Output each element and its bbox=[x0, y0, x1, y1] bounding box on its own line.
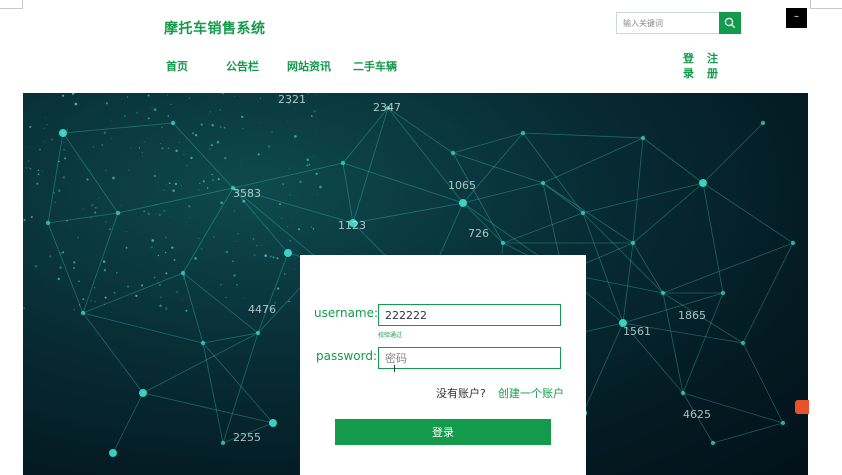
username-validation-hint: 校验通过 bbox=[378, 332, 403, 339]
network-node bbox=[520, 130, 526, 136]
login-button[interactable]: 登录 bbox=[335, 419, 551, 445]
network-node bbox=[269, 419, 277, 427]
no-account-text: 没有账户? bbox=[436, 387, 486, 400]
minimize-button[interactable]: – bbox=[786, 8, 807, 28]
password-label: password: bbox=[316, 349, 378, 363]
network-node bbox=[170, 120, 176, 126]
nav-item-notice-board[interactable]: 公告栏 bbox=[226, 58, 259, 74]
network-node bbox=[580, 210, 586, 216]
password-input[interactable] bbox=[378, 347, 561, 369]
network-node bbox=[115, 210, 121, 216]
floating-badge-icon[interactable] bbox=[795, 400, 809, 414]
network-node bbox=[540, 180, 546, 186]
window-corner-right bbox=[810, 0, 842, 9]
login-link[interactable]: 登录 bbox=[683, 51, 695, 81]
network-node bbox=[660, 290, 666, 296]
network-node bbox=[740, 340, 746, 346]
network-node bbox=[255, 330, 261, 336]
network-node bbox=[139, 389, 147, 397]
network-node bbox=[699, 179, 707, 187]
network-number-label: 1065 bbox=[448, 179, 476, 192]
search-input[interactable] bbox=[616, 12, 721, 34]
site-title: 摩托车销售系统 bbox=[164, 21, 266, 37]
nav-item-site-news[interactable]: 网站资讯 bbox=[287, 58, 331, 74]
text-cursor-icon: I bbox=[393, 364, 396, 375]
network-number-label: 3583 bbox=[233, 187, 261, 200]
network-node bbox=[340, 160, 346, 166]
network-number-label: 4476 bbox=[248, 303, 276, 316]
nav-item-home[interactable]: 首页 bbox=[166, 58, 188, 74]
particle-haze bbox=[23, 93, 322, 314]
window-corner-left bbox=[0, 0, 23, 9]
network-number-label: 1865 bbox=[678, 309, 706, 322]
username-input[interactable] bbox=[378, 304, 561, 326]
search-box bbox=[616, 12, 741, 34]
network-number-label: 726 bbox=[468, 227, 489, 240]
username-label: username: bbox=[314, 306, 379, 320]
network-node bbox=[180, 270, 186, 276]
register-link[interactable]: 注册 bbox=[707, 51, 719, 81]
network-node bbox=[780, 420, 786, 426]
network-node bbox=[710, 440, 716, 446]
network-node bbox=[200, 340, 206, 346]
network-number-label: 2347 bbox=[373, 101, 401, 114]
create-account-link[interactable]: 创建一个账户 bbox=[498, 385, 564, 401]
network-node bbox=[640, 135, 646, 141]
network-node bbox=[680, 390, 686, 396]
network-node bbox=[630, 240, 636, 246]
network-node bbox=[500, 240, 506, 246]
network-node bbox=[59, 129, 67, 137]
network-number-label: 2321 bbox=[278, 93, 306, 106]
network-node bbox=[760, 120, 766, 126]
network-node bbox=[450, 150, 456, 156]
network-node bbox=[284, 249, 292, 257]
network-number-label: 1561 bbox=[623, 325, 651, 338]
search-button[interactable] bbox=[719, 12, 741, 34]
network-node bbox=[45, 220, 51, 226]
network-node bbox=[109, 449, 117, 457]
network-node bbox=[720, 290, 726, 296]
network-number-label: 4625 bbox=[683, 408, 711, 421]
network-node bbox=[220, 440, 226, 446]
network-node bbox=[790, 240, 796, 246]
network-number-label: 1123 bbox=[338, 219, 366, 232]
search-icon bbox=[724, 17, 736, 29]
nav-item-used-vehicles[interactable]: 二手车辆 bbox=[353, 58, 397, 74]
network-node bbox=[459, 199, 467, 207]
network-node bbox=[80, 310, 86, 316]
network-number-label: 2255 bbox=[233, 431, 261, 444]
